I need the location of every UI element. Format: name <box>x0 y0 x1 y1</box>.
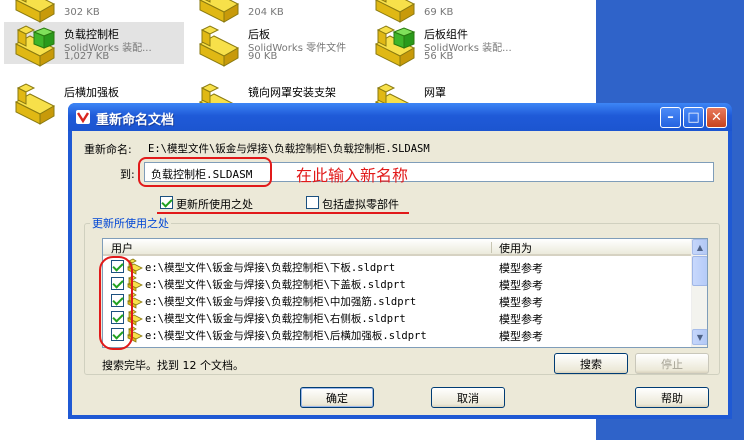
part-file-icon <box>196 0 242 24</box>
rename-label: 重新命名: <box>84 143 132 156</box>
file-size: 204 KB <box>248 7 284 18</box>
list-row[interactable]: e:\模型文件\钣金与焊接\负载控制柜\中加强筋.sldprt 模型参考 <box>103 292 691 309</box>
assembly-file-icon <box>372 22 418 68</box>
row-path: e:\模型文件\钣金与焊接\负载控制柜\中加强筋.sldprt <box>145 296 417 308</box>
scroll-thumb[interactable] <box>692 256 707 286</box>
file-size: 90 KB <box>248 51 278 62</box>
column-used-as[interactable]: 使用为 <box>499 240 532 256</box>
row-used-as: 模型参考 <box>499 296 543 309</box>
rename-source-path: E:\模型文件\钣金与焊接\负载控制柜\负载控制柜.SLDASM <box>148 143 430 155</box>
row-used-as: 模型参考 <box>499 330 543 343</box>
scroll-down-button[interactable]: ▼ <box>692 329 707 345</box>
file-size: 56 KB <box>424 51 454 62</box>
arrow-down-icon: ▼ <box>696 332 704 342</box>
assembly-file-icon <box>12 22 58 68</box>
part-file-icon <box>196 22 242 68</box>
file-name: 后横加强板 <box>64 86 119 99</box>
row-used-as: 模型参考 <box>499 279 543 292</box>
include-virtual-label: 包括虚拟零部件 <box>322 198 399 211</box>
part-file-icon <box>12 80 58 126</box>
maximize-icon: □ <box>687 110 700 125</box>
close-button[interactable]: ✕ <box>706 107 727 128</box>
maximize-button[interactable]: □ <box>683 107 704 128</box>
solidworks-icon <box>76 110 90 124</box>
file-name: 镜向网罩安装支架 <box>248 86 336 99</box>
minimize-button[interactable]: – <box>660 107 681 128</box>
close-icon: ✕ <box>711 110 722 125</box>
row-used-as: 模型参考 <box>499 313 543 326</box>
row-path: e:\模型文件\钣金与焊接\负载控制柜\右侧板.sldprt <box>145 313 406 325</box>
list-header: 用户 使用为 <box>103 239 691 256</box>
file-name: 网罩 <box>424 86 446 99</box>
file-size: 302 KB <box>64 7 100 18</box>
to-label: 到: <box>120 168 135 181</box>
checkbox-underline <box>157 212 409 214</box>
name-highlight-ring <box>138 157 272 187</box>
list-row[interactable]: e:\模型文件\钣金与焊接\负载控制柜\下板.sldprt 模型参考 <box>103 258 691 275</box>
list-row[interactable]: e:\模型文件\钣金与焊接\负载控制柜\后横加强板.sldprt 模型参考 <box>103 326 691 343</box>
part-file-icon <box>12 0 58 24</box>
file-size: 69 KB <box>424 7 454 18</box>
cancel-button[interactable]: 取消 <box>431 387 505 408</box>
status-text: 搜索完毕。找到 12 个文档。 <box>102 359 244 372</box>
update-where-used-checkbox[interactable] <box>160 196 173 209</box>
dialog-titlebar[interactable]: 重新命名文档 – □ ✕ <box>68 103 732 131</box>
file-size: 1,027 KB <box>64 51 110 62</box>
stop-button[interactable]: 停止 <box>635 353 709 374</box>
column-separator <box>491 242 492 253</box>
dialog-title: 重新命名文档 <box>96 113 175 128</box>
update-group-label: 更新所使用之处 <box>90 215 171 231</box>
list-row[interactable]: e:\模型文件\钣金与焊接\负载控制柜\下盖板.sldprt 模型参考 <box>103 275 691 292</box>
row-path: e:\模型文件\钣金与焊接\负载控制柜\下盖板.sldprt <box>145 279 406 291</box>
minimize-icon: – <box>667 110 674 125</box>
list-row[interactable]: e:\模型文件\钣金与焊接\负载控制柜\右侧板.sldprt 模型参考 <box>103 309 691 326</box>
help-button[interactable]: 帮助 <box>635 387 709 408</box>
search-button[interactable]: 搜索 <box>554 353 628 374</box>
row-path: e:\模型文件\钣金与焊接\负载控制柜\下板.sldprt <box>145 262 396 274</box>
ok-button[interactable]: 确定 <box>300 387 374 408</box>
where-used-list[interactable]: 用户 使用为 e:\模型文件\钣金与焊接\负载控制柜\下板.sldprt 模型参… <box>102 238 708 348</box>
rename-dialog: 重新命名文档 – □ ✕ 重新命名: E:\模型文件\钣金与焊接\负载控制柜\负… <box>68 103 732 419</box>
include-virtual-checkbox[interactable] <box>306 196 319 209</box>
row-path: e:\模型文件\钣金与焊接\负载控制柜\后横加强板.sldprt <box>145 330 427 342</box>
annotation-text: 在此输入新名称 <box>296 166 409 185</box>
checkbox-column-ring <box>99 256 133 350</box>
arrow-up-icon: ▲ <box>696 242 704 252</box>
part-file-icon <box>372 0 418 24</box>
vertical-scrollbar[interactable]: ▲ ▼ <box>691 239 707 347</box>
update-where-used-label: 更新所使用之处 <box>176 198 253 211</box>
column-user[interactable]: 用户 <box>111 240 133 256</box>
scroll-up-button[interactable]: ▲ <box>692 239 707 255</box>
row-used-as: 模型参考 <box>499 262 543 275</box>
